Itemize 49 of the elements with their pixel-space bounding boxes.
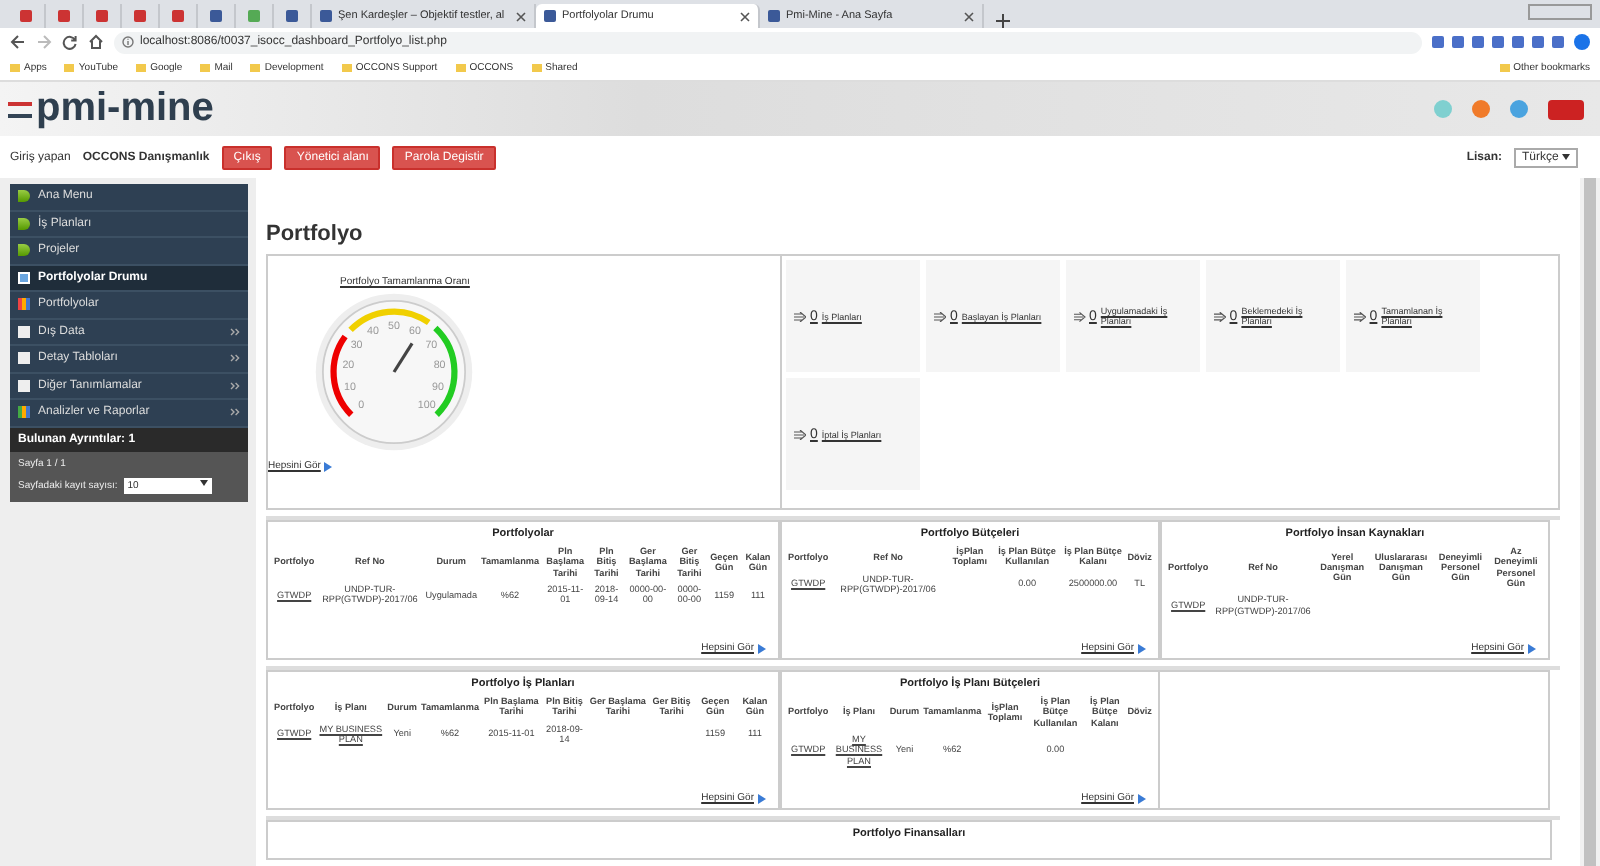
favicon-icon — [768, 10, 780, 22]
favicon-icon — [286, 10, 298, 22]
home-icon[interactable] — [88, 34, 104, 50]
arrow-icon — [758, 793, 766, 803]
info-icon — [122, 36, 134, 48]
favicon-icon — [134, 10, 146, 22]
favicon-icon — [544, 10, 556, 22]
menu-icon — [18, 244, 30, 257]
arrow-icon — [1354, 311, 1366, 321]
arrow-icon — [794, 311, 806, 321]
logo[interactable]: pmi-mine — [36, 86, 214, 132]
close-icon[interactable] — [740, 11, 750, 21]
arrow-icon — [1074, 311, 1085, 321]
menu-icon — [18, 271, 30, 284]
favicon-icon — [58, 10, 70, 22]
arrow-icon — [758, 643, 766, 653]
favicon-icon — [210, 10, 222, 22]
menu-icon — [18, 352, 30, 365]
close-icon[interactable] — [516, 11, 526, 21]
menu-icon — [18, 190, 30, 203]
favicon-icon — [20, 10, 32, 22]
menu-icon — [18, 406, 30, 419]
arrow-icon — [1138, 793, 1146, 803]
reload-icon[interactable] — [62, 34, 78, 50]
caret-icon — [1562, 153, 1570, 159]
arrow-icon — [324, 461, 333, 471]
page-title: Portfolyo — [266, 222, 365, 246]
profile-icon[interactable] — [1574, 34, 1590, 50]
menu-icon — [18, 325, 30, 338]
arrow-icon — [1528, 643, 1536, 653]
logo-icon — [8, 101, 32, 117]
favicon-icon — [172, 10, 184, 22]
menu-icon — [18, 217, 30, 230]
arrow-icon — [1138, 643, 1146, 653]
scrollbar[interactable] — [1580, 178, 1600, 866]
gauge-band-drawing — [330, 308, 458, 417]
menu-icon — [18, 379, 30, 392]
caret-icon — [199, 479, 208, 485]
extension-icons-drawing[interactable] — [1432, 36, 1564, 48]
arrow-icon — [934, 311, 946, 321]
favicon-icon — [320, 10, 332, 22]
favicon-icon — [248, 10, 260, 22]
arrow-icon — [1214, 311, 1226, 321]
menu-icon — [18, 298, 30, 311]
back-icon[interactable] — [10, 34, 26, 50]
arrow-icon — [794, 429, 806, 439]
favicon-icon — [96, 10, 108, 22]
new-tab-icon[interactable] — [996, 14, 1010, 28]
close-icon[interactable] — [964, 11, 974, 21]
